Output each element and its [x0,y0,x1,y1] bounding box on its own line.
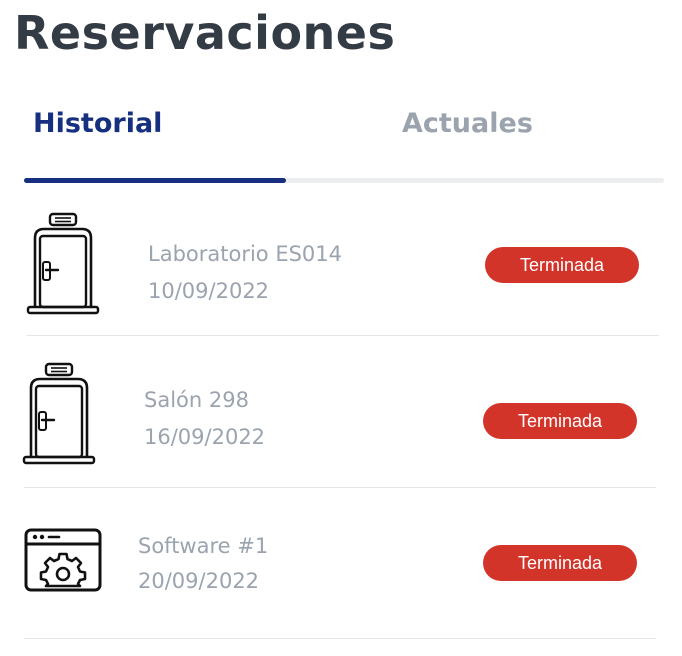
reservation-date: 16/09/2022 [144,425,266,449]
reservation-name: Laboratorio ES014 [148,242,343,266]
divider [27,335,659,336]
tab-actuales[interactable]: Actuales [402,108,533,139]
page-title: Reservaciones [14,6,396,60]
reservation-name: Salón 298 [144,388,249,412]
reservation-name: Software #1 [138,534,269,558]
software-settings-icon [24,528,102,592]
tab-active-indicator [24,178,286,183]
reservation-date: 20/09/2022 [138,569,260,593]
list-item[interactable]: Laboratorio ES014 10/09/2022 Terminada [0,200,682,336]
status-badge: Terminada [485,247,639,283]
door-icon [26,212,100,315]
divider [24,638,656,639]
status-badge: Terminada [483,403,637,439]
list-item[interactable]: Software #1 20/09/2022 Terminada [0,500,682,640]
status-badge: Terminada [483,545,637,581]
tab-historial[interactable]: Historial [33,108,162,139]
list-item[interactable]: Salón 298 16/09/2022 Terminada [0,350,682,488]
door-icon [22,362,96,465]
tab-track [24,178,664,183]
divider [24,487,656,488]
reservation-date: 10/09/2022 [148,279,270,303]
